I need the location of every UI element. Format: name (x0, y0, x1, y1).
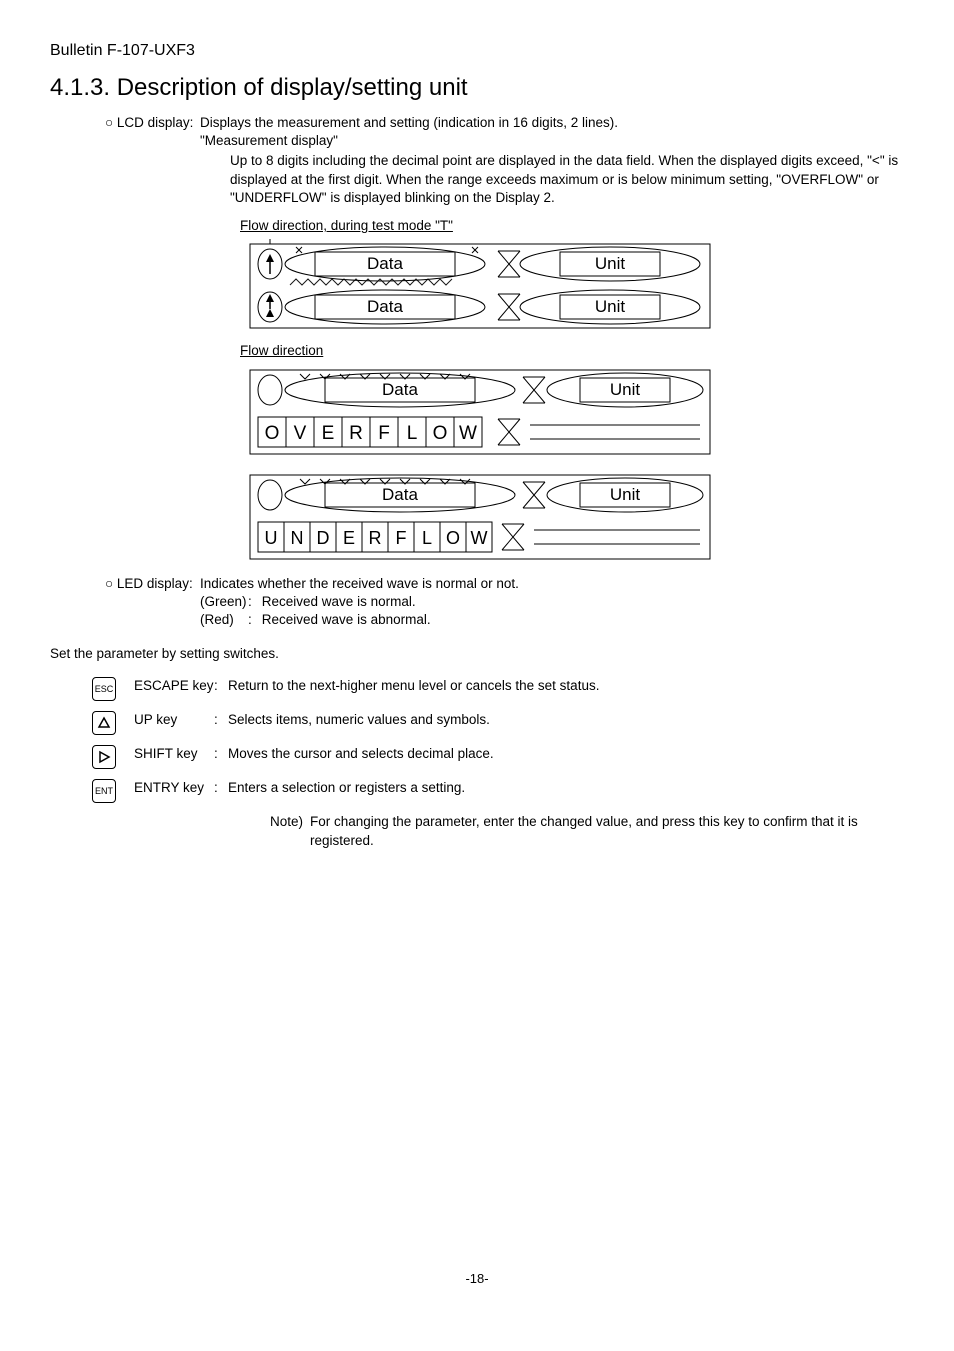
svg-text:V: V (294, 423, 307, 444)
svg-text:D: D (317, 528, 330, 548)
esc-key-name: ESCAPE key (134, 677, 214, 695)
svg-text:E: E (343, 528, 355, 548)
shift-key-desc: Moves the cursor and selects decimal pla… (228, 745, 904, 763)
svg-text:N: N (291, 528, 304, 548)
lcd-diagram: Flow direction, during test mode "T" Dat… (240, 217, 904, 564)
set-parameter-text: Set the parameter by setting switches. (50, 645, 904, 663)
esc-key-icon: ESC (92, 677, 116, 701)
up-key-icon (92, 711, 116, 735)
svg-text:R: R (369, 528, 382, 548)
svg-text:Data: Data (367, 297, 403, 316)
note-text: For changing the parameter, enter the ch… (310, 813, 904, 849)
lcd-line2: "Measurement display" (200, 132, 904, 150)
ent-key-icon: ENT (92, 779, 116, 803)
svg-text:Data: Data (382, 485, 418, 504)
svg-text:W: W (471, 528, 488, 548)
up-key-name: UP key (134, 711, 214, 729)
bulletin-header: Bulletin F-107-UXF3 (50, 40, 904, 62)
led-red-desc: Received wave is abnormal. (262, 612, 431, 627)
led-green-desc: Received wave is normal. (262, 594, 416, 609)
svg-text:Data: Data (382, 380, 418, 399)
svg-text:O: O (446, 528, 460, 548)
led-red-label: (Red) (200, 611, 248, 629)
svg-text:F: F (378, 423, 390, 444)
ent-key-name: ENTRY key (134, 779, 214, 797)
led-bullet: ○ LED display: (105, 575, 200, 593)
svg-text:Unit: Unit (595, 297, 626, 316)
svg-text:O: O (265, 423, 280, 444)
flow-direction-label: Flow direction (240, 342, 323, 360)
up-key-desc: Selects items, numeric values and symbol… (228, 711, 904, 729)
lcd-block-2: Data Unit (240, 365, 770, 460)
section-title: 4.1.3. Description of display/setting un… (50, 72, 904, 104)
lcd-line1: Displays the measurement and setting (in… (200, 114, 618, 132)
svg-text:E: E (322, 423, 335, 444)
svg-text:O: O (433, 423, 448, 444)
ent-key-desc: Enters a selection or registers a settin… (228, 779, 904, 797)
shift-key-icon (92, 745, 116, 769)
esc-key-desc: Return to the next-higher menu level or … (228, 677, 904, 695)
svg-text:W: W (459, 423, 477, 444)
svg-text:Unit: Unit (595, 254, 626, 273)
flow-direction-test-label: Flow direction, during test mode "T" (240, 217, 453, 235)
led-line1: Indicates whether the received wave is n… (200, 575, 519, 593)
svg-text:L: L (422, 528, 432, 548)
lcd-block-3: Data Unit U N D (240, 470, 770, 565)
svg-text:Unit: Unit (610, 380, 641, 399)
svg-text:L: L (407, 423, 418, 444)
note-label: Note) (270, 813, 310, 849)
lcd-bullet: ○ LCD display: (105, 114, 200, 132)
svg-text:U: U (265, 528, 278, 548)
svg-text:R: R (349, 423, 363, 444)
svg-text:Data: Data (367, 254, 403, 273)
shift-key-name: SHIFT key (134, 745, 214, 763)
svg-text:Unit: Unit (610, 485, 641, 504)
led-green-label: (Green) (200, 593, 248, 611)
lcd-body: Up to 8 digits including the decimal poi… (230, 152, 904, 207)
svg-text:F: F (396, 528, 407, 548)
page-number: -18- (50, 1270, 904, 1288)
lcd-block-1: Data Unit (240, 239, 770, 334)
